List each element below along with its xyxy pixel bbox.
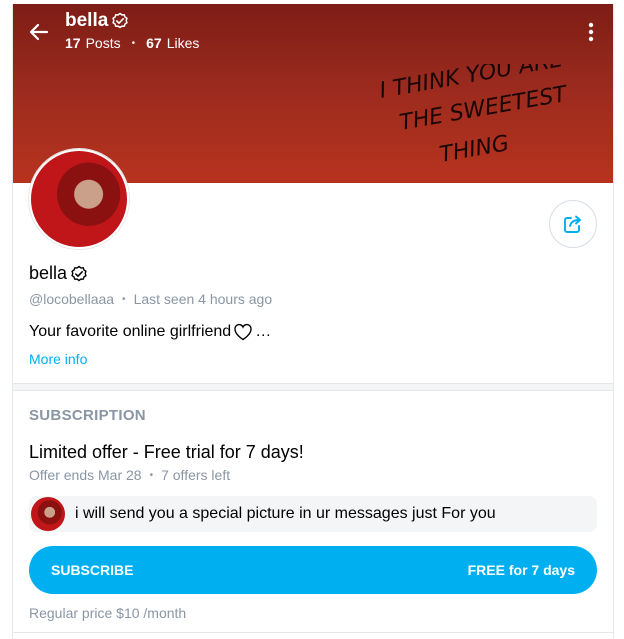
last-seen: Last seen 4 hours ago xyxy=(133,291,273,307)
section-divider xyxy=(13,383,613,391)
offer-meta: Offer ends Mar 28 • 7 offers left xyxy=(29,467,230,483)
bio-text: Your favorite online girlfriend xyxy=(29,323,232,340)
subscribe-price: FREE for 7 days xyxy=(467,562,575,578)
offer-title: Limited offer - Free trial for 7 days! xyxy=(29,442,304,462)
more-vertical-icon xyxy=(588,22,594,42)
arrow-left-icon xyxy=(29,23,49,41)
promo-message: i will send you a special picture in ur … xyxy=(29,496,597,532)
profile-name: bella xyxy=(29,263,88,284)
stats-separator: • xyxy=(131,37,136,49)
header-name: bella xyxy=(65,10,109,31)
share-icon xyxy=(564,215,581,233)
posts-count: 17 xyxy=(65,35,81,51)
profile-avatar[interactable] xyxy=(29,149,129,249)
offer-meta-separator: • xyxy=(149,469,154,481)
username: @locobellaaa xyxy=(29,291,115,307)
likes-label: Likes xyxy=(166,35,200,51)
cover-handwriting: I THINK YOU ARE THE SWEETEST THING xyxy=(378,64,570,168)
cover-text-line3: THING xyxy=(438,131,511,168)
profile-meta: @locobellaaa • Last seen 4 hours ago xyxy=(29,291,272,307)
share-button[interactable] xyxy=(549,200,597,248)
message-avatar xyxy=(31,497,65,531)
likes-count: 67 xyxy=(146,35,162,51)
back-button[interactable] xyxy=(25,18,53,46)
header-title: bella xyxy=(65,10,129,32)
more-options-button[interactable] xyxy=(579,18,603,46)
meta-separator: • xyxy=(122,293,126,305)
profile-name-text: bella xyxy=(29,263,68,283)
offers-left: 7 offers left xyxy=(161,467,231,483)
subscribe-label: SUBSCRIBE xyxy=(51,562,134,578)
heart-icon xyxy=(234,323,252,341)
posts-label: Posts xyxy=(85,35,121,51)
offer-ends: Offer ends Mar 28 xyxy=(29,467,142,483)
subscribe-button[interactable]: SUBSCRIBE FREE for 7 days xyxy=(29,546,597,594)
verified-badge-icon xyxy=(71,265,87,281)
profile-bio: Your favorite online girlfriend … xyxy=(29,323,271,341)
profile-page: I THINK YOU ARE THE SWEETEST THING bella… xyxy=(12,4,614,639)
header-bar: bella 17 Posts • 67 Likes xyxy=(13,4,613,60)
bottom-divider xyxy=(13,632,613,633)
promo-message-text: i will send you a special picture in ur … xyxy=(75,505,496,522)
header-stats: 17 Posts • 67 Likes xyxy=(65,35,199,51)
verified-badge-icon xyxy=(112,12,129,29)
more-info-link[interactable]: More info xyxy=(29,351,87,367)
bio-ellipsis: … xyxy=(255,323,272,340)
subscription-heading: SUBSCRIPTION xyxy=(29,407,146,424)
regular-price: Regular price $10 /month xyxy=(29,605,187,621)
